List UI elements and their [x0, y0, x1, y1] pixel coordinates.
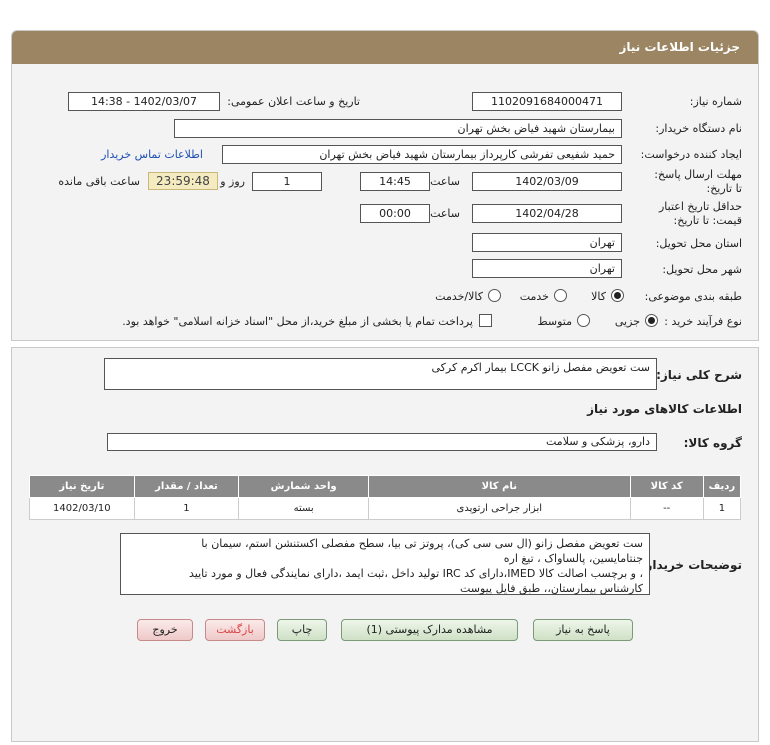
announce-field: 1402/03/07 - 14:38	[68, 92, 220, 111]
goods-group-field: دارو، پزشکی و سلامت	[107, 433, 657, 451]
reply-time-label: ساعت	[430, 175, 460, 188]
category-label: طبقه بندی موضوعی:	[644, 290, 742, 303]
goods-section-title: اطلاعات کالاهای مورد نیاز	[587, 402, 742, 416]
cell-date: 1402/03/10	[29, 497, 135, 520]
remaining-time: 23:59:48	[148, 172, 218, 190]
validity-label: حداقل تاریخ اعتبار قیمت: تا تاریخ:	[658, 200, 742, 227]
cell-code: --	[629, 497, 704, 520]
category-radio-service[interactable]	[554, 289, 567, 302]
buyer-notes-line3: ، و برچسب اصالت کالا IMED،دارای کد IRC ت…	[189, 567, 643, 580]
requester-label: ایجاد کننده درخواست:	[640, 148, 742, 161]
city-label: شهر محل تحویل:	[662, 263, 742, 276]
goods-table: ردیف کد کالا نام کالا واحد شمارش تعداد /…	[29, 475, 742, 520]
category-option-both: کالا/خدمت	[435, 290, 483, 303]
page-title: جزئیات اطلاعات نیاز	[12, 31, 758, 64]
col-qty: تعداد / مقدار	[133, 475, 240, 498]
cell-row: 1	[702, 497, 742, 520]
validity-date-field: 1402/04/28	[472, 204, 622, 223]
validity-time-field: 00:00	[360, 204, 430, 223]
remaining-label: ساعت باقی مانده	[58, 175, 140, 188]
buyer-notes-line2: جنتامایسین، پالساواک ، تیغ اره	[503, 552, 643, 565]
goods-group-label: گروه کالا:	[683, 436, 742, 450]
back-button[interactable]: بازگشت	[205, 619, 265, 641]
province-field: تهران	[472, 233, 622, 252]
days-field: 1	[252, 172, 322, 191]
cell-unit: بسته	[238, 497, 369, 520]
validity-time-label: ساعت	[430, 207, 460, 220]
reply-date-field: 1402/03/09	[472, 172, 622, 191]
cell-qty: 1	[133, 497, 240, 520]
process-radio-minor[interactable]	[645, 314, 658, 327]
buyer-notes-line1: ست تعویض مفصل زانو (ال سی سی کی)، پروتز …	[201, 537, 643, 550]
category-option-service: خدمت	[519, 290, 549, 303]
process-radio-medium[interactable]	[577, 314, 590, 327]
announce-label: تاریخ و ساعت اعلان عمومی:	[227, 95, 360, 108]
category-radio-both[interactable]	[488, 289, 501, 302]
reply-deadline-label: مهلت ارسال پاسخ: تا تاریخ:	[654, 168, 742, 195]
treasury-payment-checkbox[interactable]	[479, 314, 492, 327]
process-option-medium: متوسط	[537, 315, 572, 328]
cell-name: ابزار جراحی ارتوپدی	[368, 497, 631, 520]
exit-button[interactable]: خروج	[137, 619, 193, 641]
col-date: تاریخ نیاز	[29, 475, 135, 498]
reply-button[interactable]: پاسخ به نیاز	[533, 619, 633, 641]
days-label: روز و	[220, 175, 245, 188]
category-option-goods: کالا	[591, 290, 606, 303]
contact-info-link[interactable]: اطلاعات تماس خریدار	[101, 148, 203, 161]
province-label: استان محل تحویل:	[655, 237, 742, 250]
buyer-notes-label: توضیحات خریدار:	[640, 558, 742, 572]
buyer-org-label: نام دستگاه خریدار:	[655, 122, 742, 135]
col-row: ردیف	[702, 475, 742, 498]
city-field: تهران	[472, 259, 622, 278]
buyer-notes-box: ست تعویض مفصل زانو (ال سی سی کی)، پروتز …	[120, 533, 650, 595]
col-unit: واحد شمارش	[238, 475, 369, 498]
print-button[interactable]: چاپ	[277, 619, 327, 641]
category-radio-goods[interactable]	[611, 289, 624, 302]
reply-time-field: 14:45	[360, 172, 430, 191]
col-name: نام کالا	[368, 475, 631, 498]
table-row: 1 -- ابزار جراحی ارتوپدی بسته 1 1402/03/…	[29, 497, 742, 520]
table-header-row: ردیف کد کالا نام کالا واحد شمارش تعداد /…	[29, 475, 742, 498]
buyer-notes-line4: کارشناس بیمارستان،، طبق فایل پیوست	[459, 582, 643, 595]
need-number-label: شماره نیاز:	[689, 95, 742, 108]
col-code: کد کالا	[629, 475, 704, 498]
summary-field: ست تعویض مفصل زانو LCCK بیمار اکرم کرکی	[104, 358, 657, 390]
process-label: نوع فرآیند خرید :	[664, 315, 742, 328]
summary-label: شرح کلی نیاز:	[656, 368, 742, 382]
payment-note: پرداخت تمام یا بخشی از مبلغ خرید،از محل …	[122, 315, 473, 328]
buyer-org-field: بیمارستان شهید فیاض بخش تهران	[174, 119, 622, 138]
need-number-field: 1102091684000471	[472, 92, 622, 111]
process-option-minor: جزیی	[614, 315, 640, 328]
attachments-button[interactable]: مشاهده مدارک پیوستی (1)	[341, 619, 518, 641]
requester-field: حمید شفیعی تفرشی کارپرداز بیمارستان شهید…	[222, 145, 622, 164]
